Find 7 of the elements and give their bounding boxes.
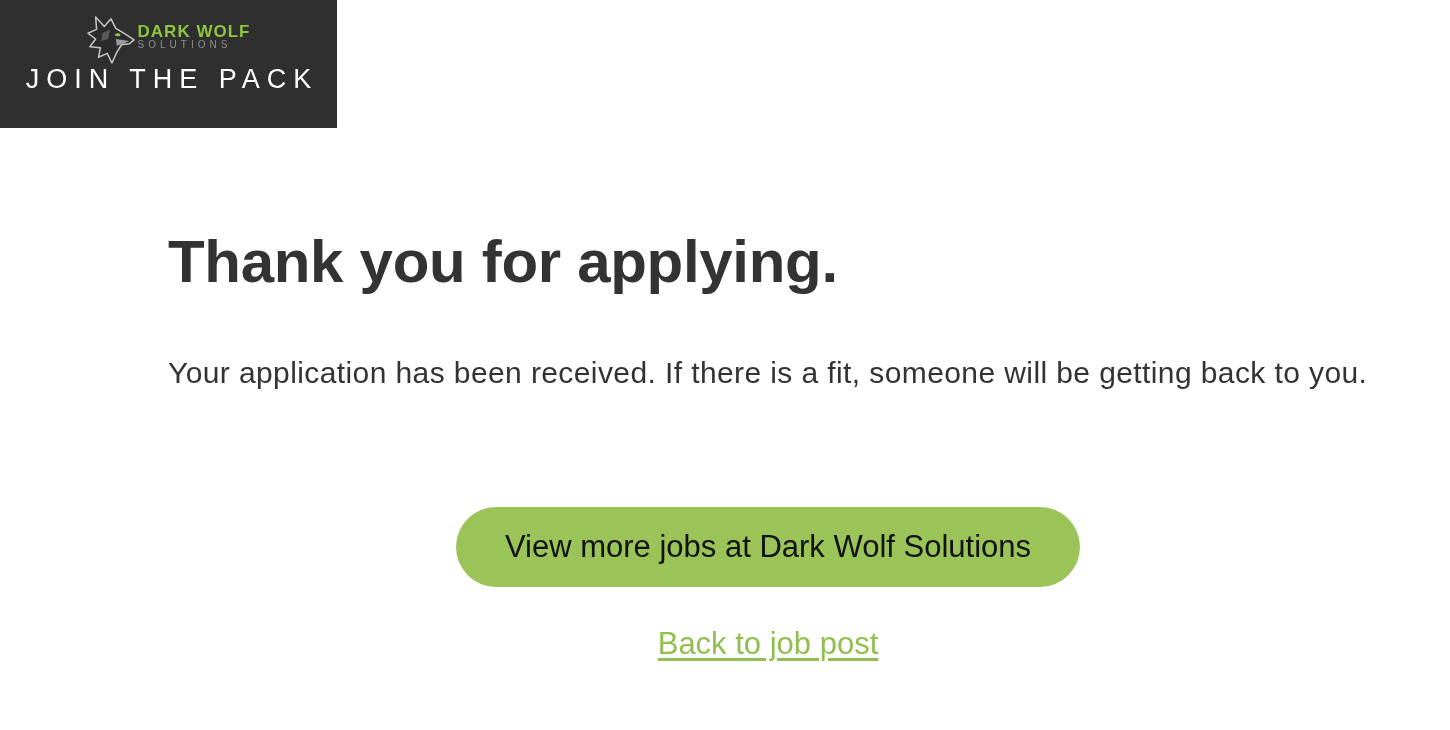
logo-tagline: JOIN THE PACK	[25, 64, 319, 94]
brand-subtitle: SOLUTIONS	[137, 39, 233, 50]
wolf-head-icon	[86, 14, 135, 64]
confirmation-message: Your application has been received. If there is a fit, someone will be getting back to you.	[168, 355, 1369, 391]
view-jobs-button[interactable]: View more jobs at Dark Wolf Solutions	[455, 507, 1081, 587]
brand-name: DARK WOLF	[137, 24, 251, 39]
page-heading: Thank you for applying.	[168, 227, 839, 297]
